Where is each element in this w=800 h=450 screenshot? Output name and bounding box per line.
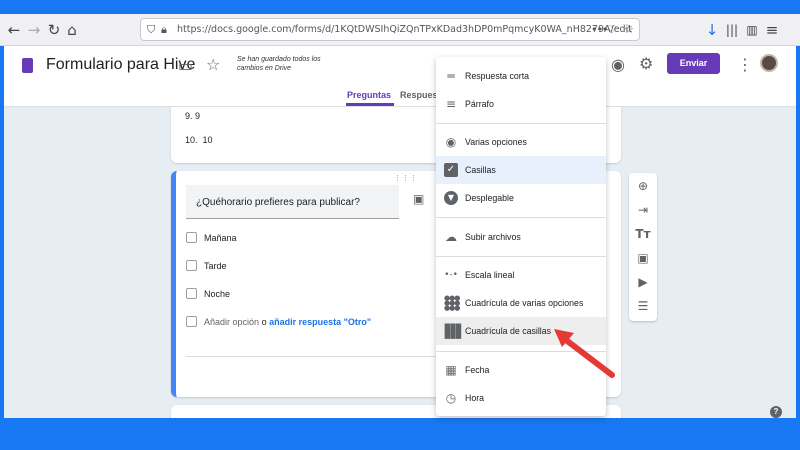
arrow-shaft	[559, 334, 615, 378]
short-text-icon: ═	[447, 69, 455, 83]
menu-item-label: Cuadrícula de varias opciones	[465, 298, 584, 308]
option-number: 9.	[185, 111, 193, 121]
add-section-icon[interactable]: ☰	[629, 299, 657, 313]
grid-squares-icon: ■■■ ■■■ ■■■	[444, 322, 462, 340]
divider	[436, 217, 606, 218]
settings-gear-icon[interactable]: ⚙	[639, 54, 653, 73]
menu-item-label: Casillas	[465, 165, 496, 175]
option-label: 9	[195, 111, 201, 121]
cloud-upload-icon: ☁	[445, 230, 457, 244]
browser-toolbar: ← → ↻ ⌂ ⛉ 🔒︎ https://docs.google.com/for…	[0, 14, 800, 46]
menu-item-time[interactable]: ◷ Hora	[436, 384, 606, 412]
download-icon[interactable]: ↓	[702, 20, 722, 40]
list-item: 9. 9	[185, 111, 200, 121]
form-editor: 9. 9 10. 10 ⋮⋮⋮ ¿Quéhorario prefieres pa…	[4, 107, 796, 418]
checkbox[interactable]	[186, 232, 197, 243]
add-option-link[interactable]: Añadir opción	[204, 317, 259, 327]
import-questions-icon[interactable]: ⇥	[629, 203, 657, 217]
linear-scale-icon: •-•	[444, 270, 458, 280]
add-image-icon[interactable]: ▣	[629, 251, 657, 265]
checkbox-icon: ✓	[444, 163, 458, 177]
menu-item-linear-scale[interactable]: •-• Escala lineal	[436, 261, 606, 289]
option-label[interactable]: Tarde	[204, 261, 227, 271]
forward-icon[interactable]: →	[24, 20, 44, 40]
pocket-icon[interactable]: ♡	[607, 23, 617, 36]
home-icon[interactable]: ⌂	[62, 20, 82, 40]
divider	[436, 123, 606, 124]
lock-icon[interactable]: 🔒︎	[161, 23, 167, 37]
menu-item-label: Subir archivos	[465, 232, 521, 242]
form-title[interactable]: Formulario para Hive	[46, 56, 195, 74]
add-other-link[interactable]: añadir respuesta "Otro"	[269, 317, 371, 327]
calendar-icon: ▦	[445, 363, 457, 377]
menu-hamburger-icon[interactable]: ≡	[762, 20, 782, 40]
radio-icon: ◉	[445, 135, 457, 149]
send-button[interactable]: Enviar	[667, 53, 720, 74]
divider	[436, 256, 606, 257]
tab-questions[interactable]: Preguntas	[347, 90, 391, 100]
save-status: Se han guardado todos los cambios en Dri…	[237, 56, 321, 72]
more-options-icon[interactable]: ⋮	[737, 55, 753, 74]
forms-logo-icon[interactable]	[22, 58, 33, 73]
menu-item-short-answer[interactable]: ═ Respuesta corta	[436, 62, 606, 90]
menu-item-paragraph[interactable]: ≡ Párrafo	[436, 90, 606, 118]
dropdown-icon: ▼	[444, 191, 458, 205]
bookmark-star-icon[interactable]: ☆	[624, 23, 634, 36]
menu-item-dropdown[interactable]: ▼ Desplegable	[436, 184, 606, 212]
option-label[interactable]: Mañana	[204, 233, 237, 243]
option-number: 10.	[185, 135, 198, 145]
menu-item-file-upload[interactable]: ☁ Subir archivos	[436, 223, 606, 251]
add-question-icon[interactable]: ⊕	[629, 179, 657, 193]
clock-icon: ◷	[445, 391, 457, 405]
menu-item-label: Escala lineal	[465, 270, 515, 280]
add-video-icon[interactable]: ▶	[629, 275, 657, 289]
menu-item-multiple-choice-grid[interactable]: ●●● ●●● ●●● Cuadrícula de varias opciones	[436, 289, 606, 317]
avatar[interactable]	[760, 54, 778, 72]
menu-item-label: Párrafo	[465, 99, 494, 109]
address-bar[interactable]: ⛉ 🔒︎ https://docs.google.com/forms/d/1KQ…	[140, 18, 640, 41]
shield-icon[interactable]: ⛉	[147, 23, 155, 37]
floating-toolbar: ⊕ ⇥ Tт ▣ ▶ ☰	[629, 173, 657, 321]
back-icon[interactable]: ←	[4, 20, 24, 40]
star-icon[interactable]: ☆	[206, 55, 220, 74]
help-icon[interactable]: ?	[770, 406, 782, 418]
preview-eye-icon[interactable]: ◉	[611, 55, 625, 74]
folder-icon[interactable]: ▭	[178, 56, 193, 75]
sidebar-icon[interactable]: ▥	[742, 20, 762, 40]
reload-icon[interactable]: ↻	[44, 20, 64, 40]
grid-dots-icon: ●●● ●●● ●●●	[444, 294, 460, 312]
menu-item-multiple-choice[interactable]: ◉ Varias opciones	[436, 128, 606, 156]
active-tab-indicator	[346, 103, 394, 106]
menu-item-label: Cuadrícula de casillas	[465, 326, 552, 336]
option-label: 10	[202, 135, 213, 145]
library-icon[interactable]: |||	[722, 20, 742, 40]
menu-item-checkboxes[interactable]: ✓ Casillas	[436, 156, 606, 184]
question-title[interactable]: ¿Quéhorario prefieres para publicar?	[196, 197, 360, 208]
checkbox	[186, 316, 197, 327]
add-image-icon[interactable]: ▣	[413, 192, 424, 206]
forms-header: Formulario para Hive ▭ ☆ Se han guardado…	[4, 46, 796, 107]
menu-item-label: Varias opciones	[465, 137, 527, 147]
list-item: 10. 10	[185, 135, 213, 145]
menu-item-label: Respuesta corta	[465, 71, 530, 81]
add-title-icon[interactable]: Tт	[629, 227, 657, 241]
menu-item-label: Desplegable	[465, 193, 514, 203]
option-label[interactable]: Noche	[204, 289, 230, 299]
annotation-arrow	[554, 329, 615, 378]
menu-item-label: Hora	[465, 393, 485, 403]
menu-item-label: Fecha	[465, 365, 490, 375]
add-option-row: Añadir opción o añadir respuesta "Otro"	[204, 317, 371, 327]
drag-handle-icon[interactable]: ⋮⋮⋮	[394, 174, 418, 182]
page-actions-icon[interactable]: •••	[591, 23, 608, 36]
question-title-field[interactable]: ¿Quéhorario prefieres para publicar?	[186, 185, 399, 219]
url-text[interactable]: https://docs.google.com/forms/d/1KQtDWSI…	[177, 24, 632, 35]
paragraph-icon: ≡	[445, 97, 457, 111]
or-text: o	[261, 317, 267, 327]
checkbox[interactable]	[186, 260, 197, 271]
checkbox[interactable]	[186, 288, 197, 299]
